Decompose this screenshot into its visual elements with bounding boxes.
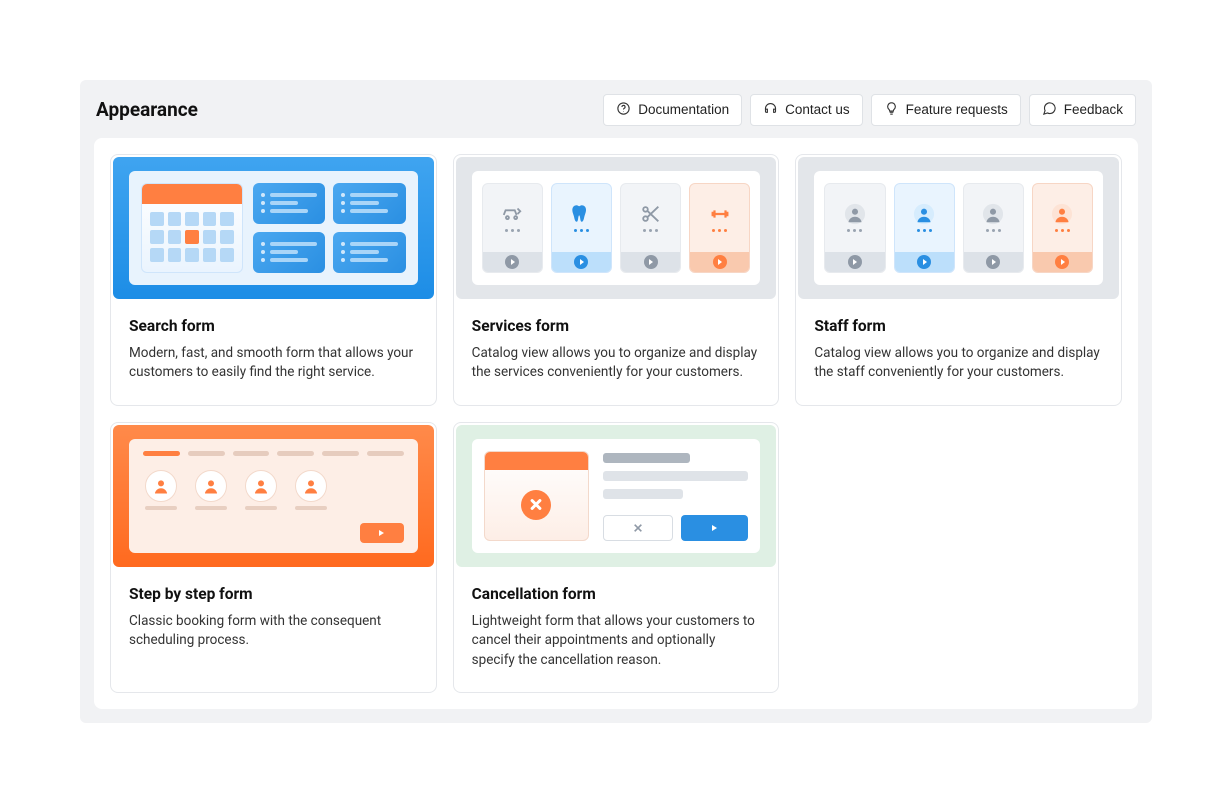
form-card-services[interactable]: Services form Catalog view allows you to… [453, 154, 780, 406]
contact-us-button[interactable]: Contact us [750, 94, 863, 126]
lightbulb-icon [884, 101, 899, 119]
card-desc: Classic booking form with the consequent… [129, 612, 418, 651]
appearance-panel: Appearance Documentation Contact us [80, 80, 1152, 723]
header-actions: Documentation Contact us Feature request… [603, 94, 1136, 126]
forms-grid-container: Search form Modern, fast, and smooth for… [94, 138, 1138, 710]
headset-icon [763, 101, 778, 119]
card-title: Cancellation form [472, 585, 761, 603]
next-button-icon [360, 523, 404, 543]
card-title: Staff form [814, 317, 1103, 335]
feature-requests-button[interactable]: Feature requests [871, 94, 1021, 126]
thumb-services [456, 157, 777, 299]
form-card-step[interactable]: Step by step form Classic booking form w… [110, 422, 437, 694]
progress-bar-icon [143, 451, 404, 456]
card-title: Step by step form [129, 585, 418, 603]
tooth-icon [570, 203, 592, 225]
forms-grid: Search form Modern, fast, and smooth for… [110, 154, 1122, 694]
avatar-icon [844, 203, 866, 225]
documentation-button[interactable]: Documentation [603, 94, 742, 126]
form-card-cancel[interactable]: Cancellation form Lightweight form that … [453, 422, 780, 694]
feedback-button[interactable]: Feedback [1029, 94, 1136, 126]
close-circle-icon [521, 490, 551, 520]
calendar-icon [141, 183, 243, 273]
form-card-search[interactable]: Search form Modern, fast, and smooth for… [110, 154, 437, 406]
card-desc: Modern, fast, and smooth form that allow… [129, 344, 418, 383]
card-desc: Lightweight form that allows your custom… [472, 612, 761, 671]
scissors-icon [640, 203, 662, 225]
card-desc: Catalog view allows you to organize and … [472, 344, 761, 383]
card-title: Search form [129, 317, 418, 335]
thumb-cancel [456, 425, 777, 567]
cancel-button-icon [603, 515, 673, 541]
help-circle-icon [616, 101, 631, 119]
page-title: Appearance [96, 98, 198, 121]
avatar-icon [913, 203, 935, 225]
card-title: Services form [472, 317, 761, 335]
car-repair-icon [501, 203, 523, 225]
avatar-icon [1051, 203, 1073, 225]
thumb-staff [798, 157, 1119, 299]
dumbbell-icon [709, 203, 731, 225]
header-row: Appearance Documentation Contact us [94, 94, 1138, 138]
confirm-button-icon [681, 515, 749, 541]
chat-icon [1042, 101, 1057, 119]
avatar-icon [982, 203, 1004, 225]
thumb-search [113, 157, 434, 299]
thumb-step [113, 425, 434, 567]
form-card-staff[interactable]: Staff form Catalog view allows you to or… [795, 154, 1122, 406]
card-desc: Catalog view allows you to organize and … [814, 344, 1103, 383]
